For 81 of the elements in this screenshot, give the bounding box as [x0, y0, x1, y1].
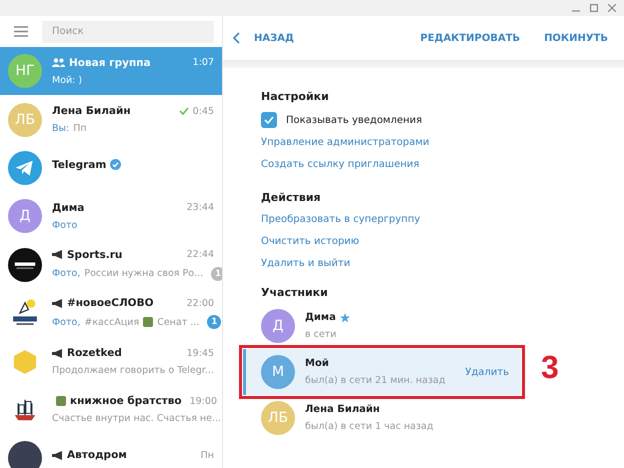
member-status: был(а) в сети 1 час назад	[305, 421, 434, 432]
chat-name: Новая группа	[69, 56, 151, 69]
chat-list-item[interactable]: книжное братство 19:00 Счастье внутри нас. Счастья не...	[0, 386, 222, 434]
member-status: был(а) в сети 21 мин. назад	[305, 375, 446, 386]
avatar: Д	[8, 199, 42, 234]
logo-avatar-icon	[8, 248, 42, 282]
avatar: ЛБ	[8, 102, 42, 137]
paper-plane-avatar-icon	[8, 150, 42, 185]
member-name: Дима	[305, 312, 336, 323]
unread-badge: 1	[211, 266, 222, 281]
megaphone-icon	[52, 348, 63, 358]
message-preview: России нужна своя Ро...	[84, 268, 204, 280]
search-field[interactable]: Поиск	[42, 20, 214, 42]
member-name: Лена Билайн	[305, 404, 380, 415]
chat-time: 0:45	[192, 106, 214, 117]
chat-name: #новоеСЛОВО	[67, 297, 154, 310]
avatar: М	[261, 355, 295, 389]
chat-time: 19:45	[186, 348, 214, 359]
action-link[interactable]: Очистить историю	[261, 230, 360, 252]
action-link[interactable]: Удалить и выйти	[261, 252, 350, 274]
megaphone-icon	[52, 450, 63, 460]
checkbox[interactable]	[261, 112, 277, 128]
close-icon[interactable]	[608, 4, 616, 12]
message-preview: Счастье внутри нас. Счастья не...	[52, 413, 222, 424]
chat-list-item[interactable]: Rozetked 19:45 Продолжаем говорить о Telegr...	[0, 337, 222, 386]
chat-list-item[interactable]: ЛБ Лена Билайн 0:45 Вы: Пп	[0, 95, 222, 144]
header-action-button[interactable]: РЕДАКТИРОВАТЬ	[420, 30, 520, 46]
group-icon	[52, 58, 65, 68]
chat-name: Дима	[52, 202, 84, 214]
chat-time: 1:07	[192, 57, 214, 68]
chat-time: 19:00	[190, 396, 218, 407]
chat-list-item[interactable]: Д Дима 23:44 Фото	[0, 192, 222, 241]
sticker-icon	[143, 317, 154, 328]
section-title: Действия	[261, 191, 322, 204]
section-title: Участники	[261, 286, 329, 299]
megaphone-icon	[52, 250, 63, 260]
message-preview-prefix: Вы:	[52, 123, 70, 134]
chat-time: 22:00	[186, 298, 214, 309]
unread-badge: 1	[207, 315, 222, 330]
chat-name: Sports.ru	[67, 248, 122, 261]
member-name: Мой	[305, 358, 329, 369]
chat-name: Telegram	[52, 158, 106, 171]
message-preview-prefix: Фото,	[52, 268, 80, 280]
chat-name: книжное братство	[70, 395, 182, 408]
message-preview-prefix: Фото,	[52, 316, 80, 328]
settings-link[interactable]: Управление администраторами	[261, 131, 430, 153]
message-preview: Продолжаем говорить о Telegr...	[52, 365, 214, 376]
message-preview: #кассАция	[84, 316, 140, 328]
chat-time: Пн	[200, 450, 214, 461]
chevron-left-icon	[233, 32, 240, 44]
chat-list-item[interactable]: Автодром Пн	[0, 434, 222, 468]
header-action-button[interactable]: ПОКИНУТЬ	[544, 30, 608, 46]
message-preview-prefix: Фото	[52, 220, 78, 231]
chat-list-item[interactable]: Telegram	[0, 144, 222, 192]
checkmark-icon	[264, 116, 274, 124]
avatar: НГ	[8, 54, 42, 88]
member-row[interactable]: ЛБ Лена Билайн был(а) в сети 1 час назад	[243, 395, 521, 441]
member-row[interactable]: Д Дима в сети	[243, 303, 521, 349]
menu-icon[interactable]	[14, 26, 28, 37]
chat-name: Rozetked	[67, 347, 122, 360]
annotation-label: 3	[541, 351, 559, 383]
chat-time: 22:44	[186, 249, 214, 260]
member-status: в сети	[305, 329, 338, 340]
megaphone-icon	[52, 298, 63, 308]
section-title: Настройки	[261, 90, 330, 103]
notifications-checkbox[interactable]: Показывать уведомления	[261, 109, 624, 131]
settings-link[interactable]: Создать ссылку приглашения	[261, 153, 420, 175]
chat-list-item[interactable]: Sports.ru 22:44 Фото, России нужна своя Ро... 1	[0, 240, 222, 289]
maximize-icon[interactable]	[590, 4, 598, 12]
photo-placeholder	[8, 441, 42, 468]
action-link[interactable]: Преобразовать в супергруппу	[261, 208, 420, 230]
chat-time: 23:44	[186, 202, 214, 214]
message-preview: Мой: )	[52, 74, 82, 86]
avatar: ЛБ	[261, 401, 295, 435]
back-button[interactable]: НАЗАД	[233, 30, 294, 46]
message-preview: Пп	[73, 123, 87, 134]
chat-list-item[interactable]: #новоеСЛОВО 22:00 Фото, #кассАция Сенат ... 1	[0, 288, 222, 338]
avatar: Д	[261, 309, 295, 343]
chat-name: Лена Билайн	[52, 105, 131, 118]
message-preview: Сенат ...	[157, 316, 200, 328]
chat-name: Автодром	[67, 449, 127, 462]
